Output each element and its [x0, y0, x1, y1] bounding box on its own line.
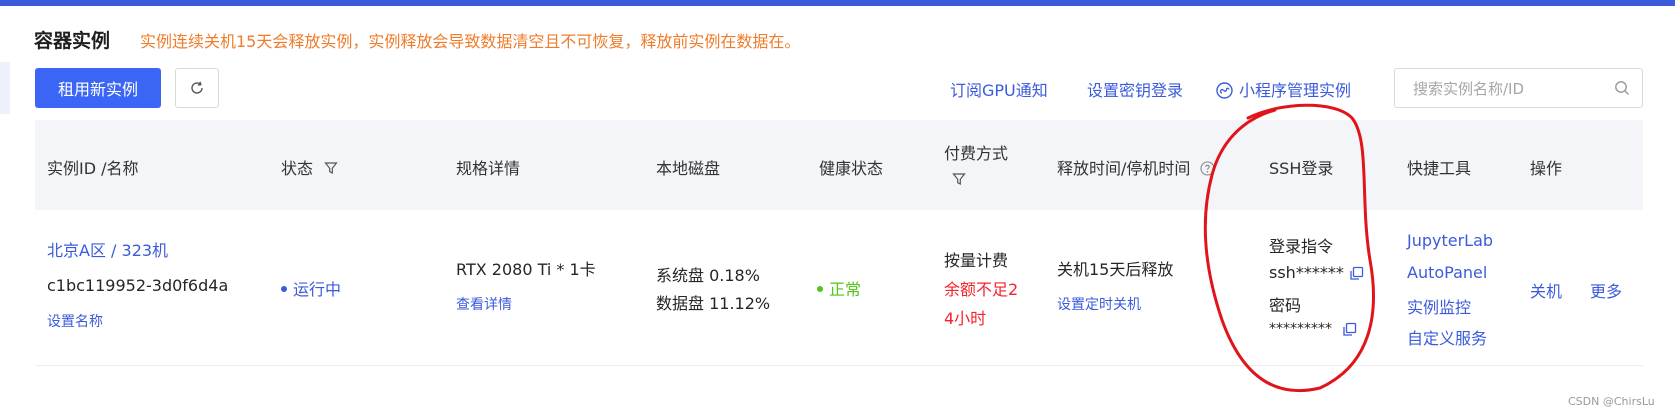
- balance-warning-line2: 4小时: [944, 309, 987, 328]
- more-link[interactable]: 更多: [1590, 278, 1622, 302]
- gpu-spec: RTX 2080 Ti * 1卡: [456, 260, 596, 279]
- row-divider: [35, 365, 1643, 366]
- col-instance-id: 实例ID /名称: [47, 159, 139, 178]
- col-spec: 规格详情: [456, 159, 521, 178]
- miniprogram-manage-link[interactable]: 小程序管理实例: [1216, 77, 1351, 101]
- status-text: 运行中: [293, 280, 342, 299]
- search-icon[interactable]: [1614, 80, 1630, 96]
- col-health: 健康状态: [819, 159, 884, 178]
- health-text: 正常: [829, 280, 862, 299]
- top-accent-bar: [0, 0, 1675, 6]
- tool-autopanel-link[interactable]: AutoPanel: [1407, 263, 1487, 282]
- instance-search-box[interactable]: [1394, 68, 1643, 108]
- red-annotation-circle: [1203, 103, 1375, 393]
- rent-new-instance-button[interactable]: 租用新实例: [35, 68, 161, 108]
- col-release-label: 释放时间/停机时间: [1057, 159, 1191, 178]
- instance-region-name-link[interactable]: 北京A区 / 323机: [47, 237, 168, 261]
- health-badge: 正常: [817, 276, 861, 300]
- col-release-time: 释放时间/停机时间: [1057, 155, 1215, 179]
- miniprogram-icon: [1216, 82, 1233, 99]
- tool-custom-service-link[interactable]: 自定义服务: [1407, 325, 1487, 349]
- refresh-icon: [191, 81, 203, 94]
- billing-type: 按量计费: [944, 251, 1009, 270]
- set-key-login-link[interactable]: 设置密钥登录: [1087, 77, 1183, 101]
- subscribe-gpu-link[interactable]: 订阅GPU通知: [950, 77, 1048, 101]
- filter-icon[interactable]: [324, 161, 338, 175]
- tool-monitor-link[interactable]: 实例监控: [1407, 294, 1471, 318]
- col-status[interactable]: 状态: [281, 155, 338, 179]
- release-notice: 实例连续关机15天会释放实例，实例释放会导致数据清空且不可恢复，释放前实例在数据…: [140, 32, 801, 51]
- instance-id: c1bc119952-3d0f6d4a: [47, 276, 229, 295]
- col-operations: 操作: [1530, 159, 1563, 178]
- release-info: 关机15天后释放: [1057, 260, 1174, 279]
- col-billing: 付费方式: [944, 144, 1009, 163]
- refresh-button[interactable]: [175, 68, 219, 108]
- data-disk-usage: 数据盘 11.12%: [656, 294, 771, 313]
- scheduled-shutdown-link[interactable]: 设置定时关机: [1057, 294, 1141, 314]
- view-details-link[interactable]: 查看详情: [456, 294, 512, 314]
- miniprogram-manage-label: 小程序管理实例: [1239, 81, 1352, 100]
- col-status-label: 状态: [281, 159, 314, 178]
- system-disk-usage: 系统盘 0.18%: [656, 266, 760, 285]
- billing-filter-icon[interactable]: [952, 172, 966, 186]
- shutdown-link[interactable]: 关机: [1530, 278, 1562, 302]
- sidebar-edge: [0, 62, 10, 114]
- status-dot: [281, 286, 287, 292]
- health-dot: [817, 286, 823, 292]
- col-quick-tools: 快捷工具: [1407, 159, 1472, 178]
- watermark: CSDN @ChirsLu: [1568, 395, 1655, 408]
- set-name-link[interactable]: 设置名称: [47, 311, 103, 331]
- balance-warning-line1: 余额不足2: [944, 280, 1019, 299]
- tool-jupyterlab-link[interactable]: JupyterLab: [1407, 231, 1493, 250]
- status-badge: 运行中: [281, 276, 341, 300]
- search-input[interactable]: [1413, 78, 1603, 100]
- page-title: 容器实例: [34, 30, 111, 52]
- col-local-disk: 本地磁盘: [656, 159, 721, 178]
